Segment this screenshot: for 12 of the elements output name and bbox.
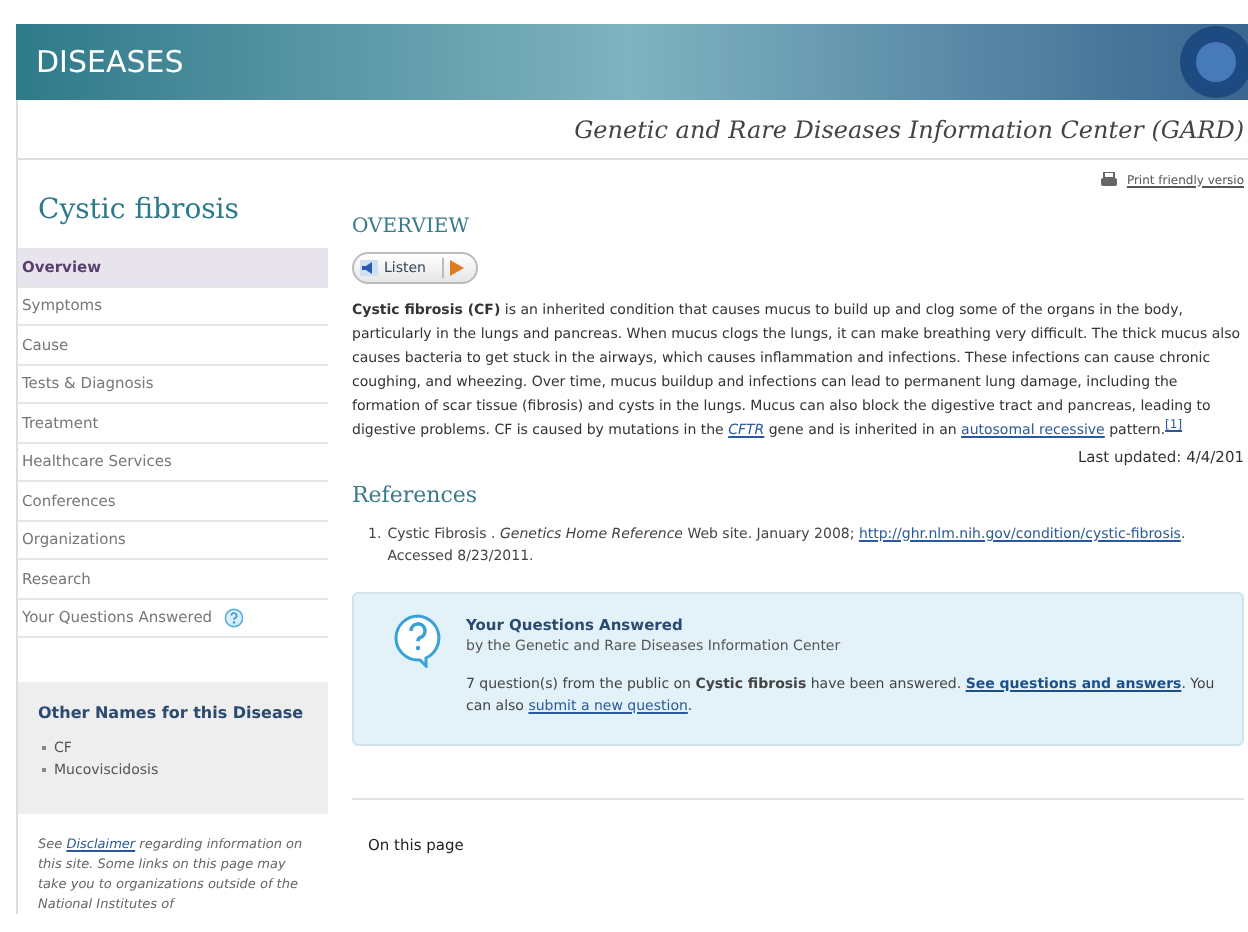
play-icon	[449, 260, 464, 276]
question-bubble-icon	[394, 613, 442, 668]
footnote-link[interactable]: [1]	[1165, 418, 1183, 433]
speaker-icon	[360, 260, 378, 276]
disease-title: Cystic fibrosis	[38, 192, 239, 230]
panel-title: Other Names for this Disease	[38, 702, 306, 726]
printer-icon	[1100, 172, 1119, 188]
banner-title: DISEASES	[36, 41, 184, 84]
help-icon[interactable]	[224, 607, 245, 628]
section-heading: OVERVIEW	[352, 214, 471, 242]
site-name: Genetic and Rare Diseases Information Center (GARD)	[574, 113, 1244, 147]
section-heading: References	[352, 480, 480, 513]
